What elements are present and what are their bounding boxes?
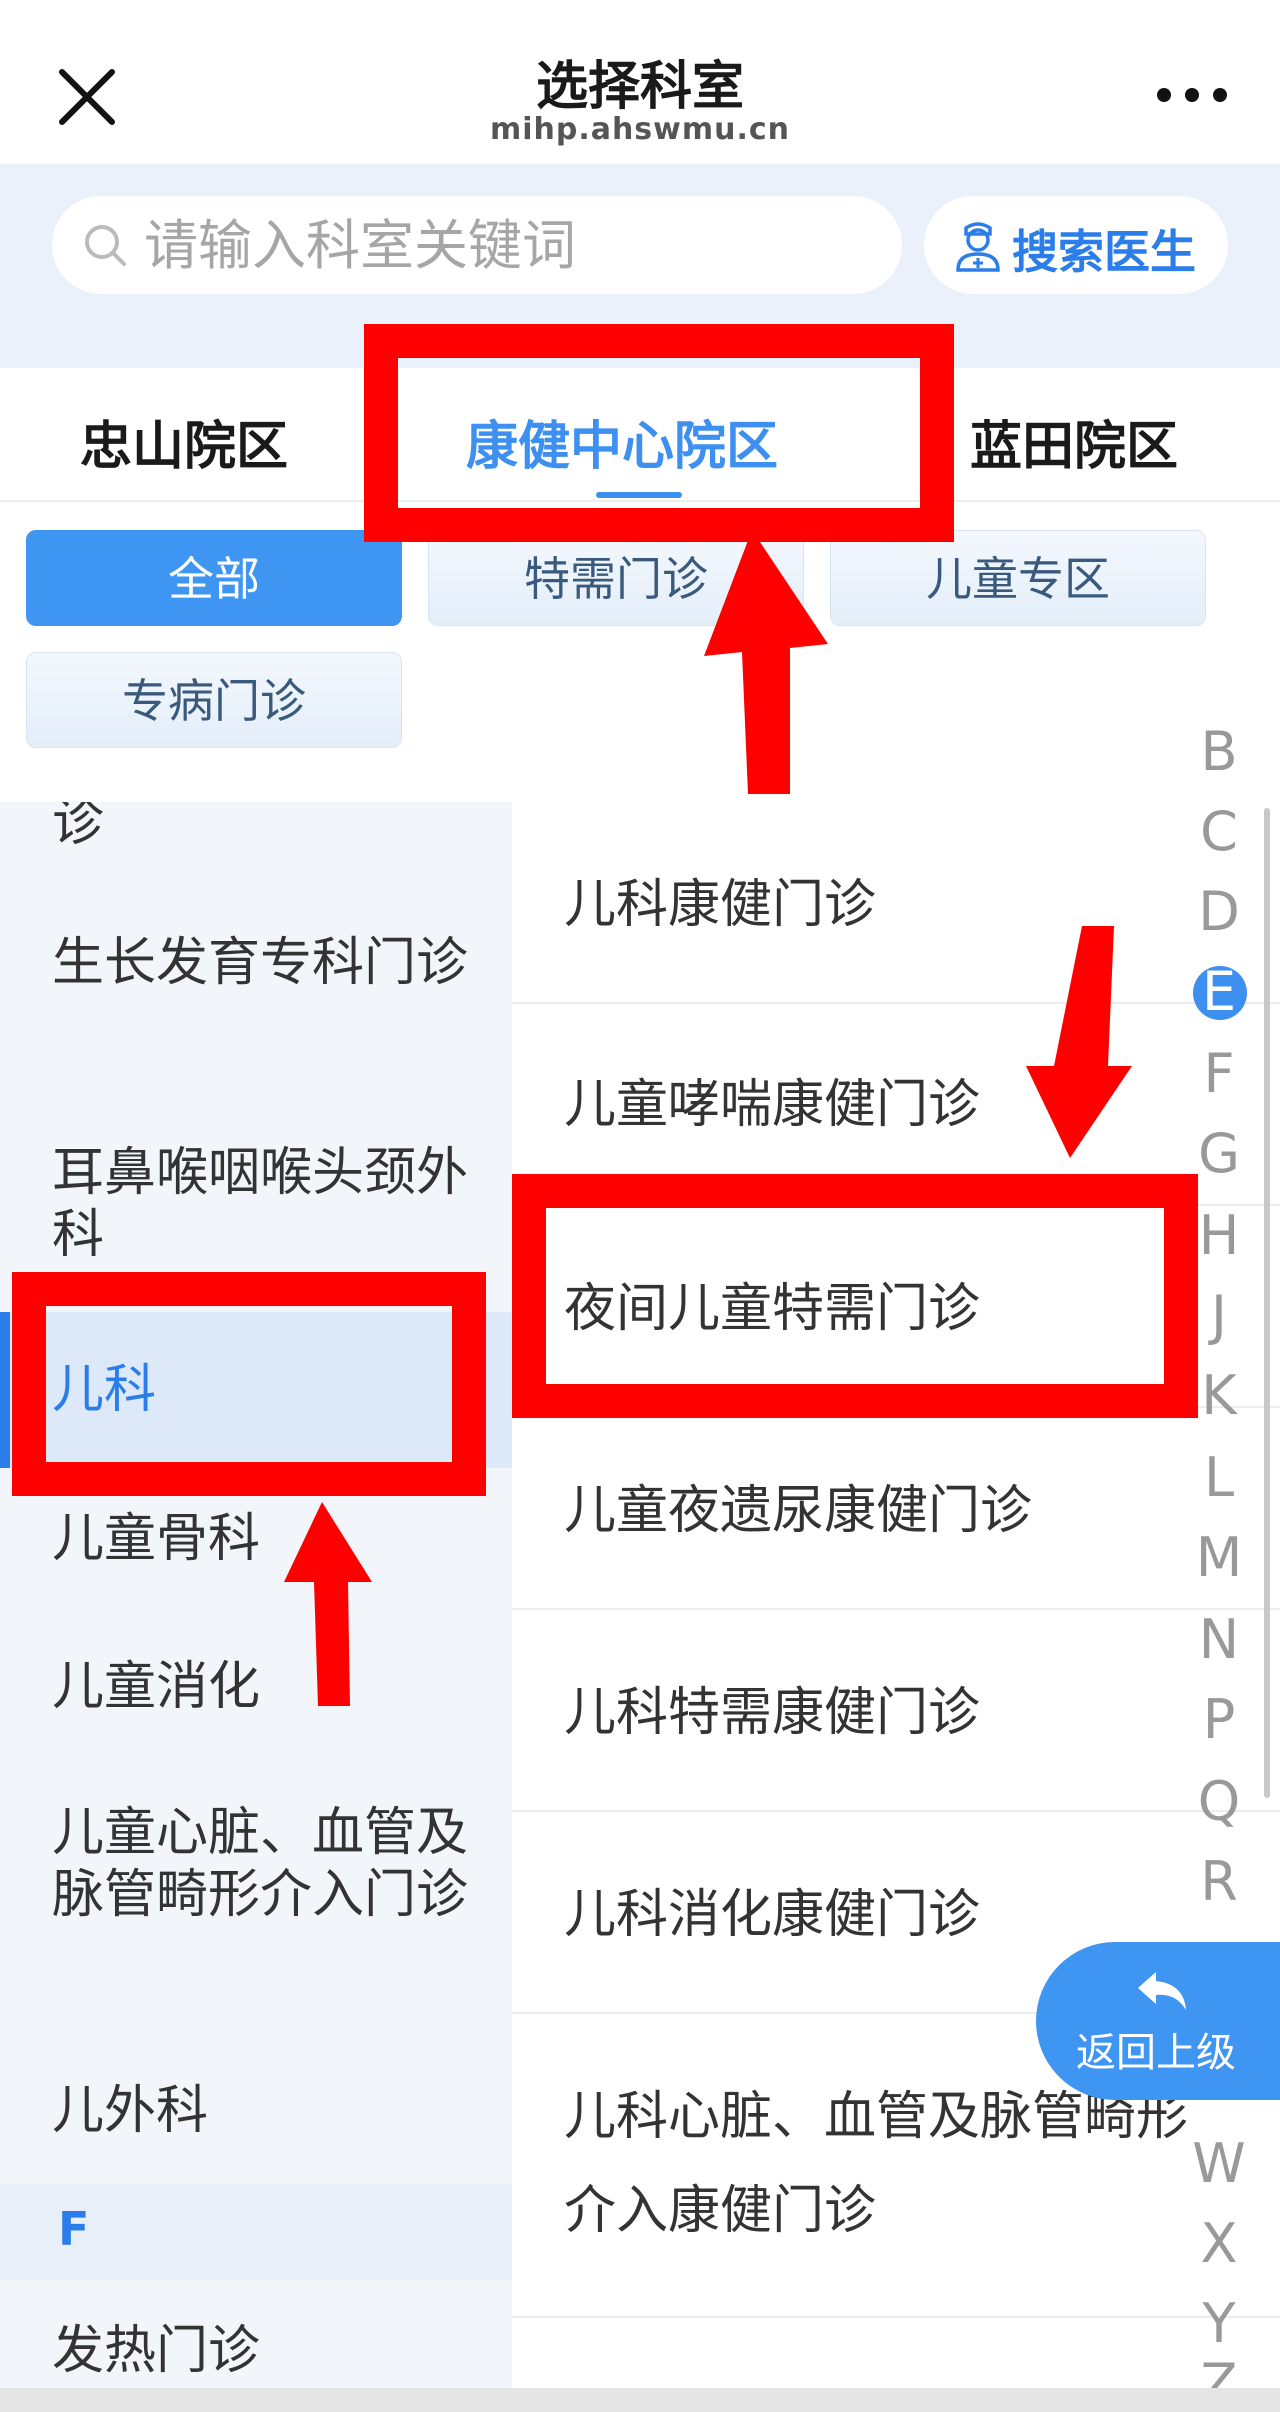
scrollbar[interactable]	[1264, 808, 1270, 1798]
highlight-box-campus-tab	[364, 324, 954, 542]
department-list: 儿科康健门诊 儿童哮喘康健门诊 夜间儿童特需门诊 儿童夜遗尿康健门诊 儿科特需康…	[512, 802, 1280, 2388]
active-category-bar	[0, 1312, 10, 1468]
search-box[interactable]	[52, 196, 902, 294]
index-letter[interactable]: R	[1176, 1850, 1262, 1913]
section-letter: F	[58, 2202, 90, 2256]
category-list: 诊 生长发育专科门诊 耳鼻喉咽喉头颈外科 儿科 儿童骨科 儿童消化 儿童心脏、血…	[0, 802, 512, 2388]
page-domain: mihp.ahswmu.cn	[489, 112, 791, 147]
page-title: 选择科室	[535, 57, 744, 117]
tab-zhongshan-campus[interactable]: 忠山院区	[80, 404, 288, 479]
department-label: 儿科康健门诊	[564, 875, 877, 935]
search-input[interactable]	[144, 210, 884, 280]
index-letter[interactable]: M	[1176, 1526, 1262, 1589]
index-letter[interactable]: Q	[1176, 1770, 1262, 1833]
highlight-box-pediatrics	[12, 1272, 486, 1496]
department-label: 儿童夜遗尿康健门诊	[564, 1481, 1033, 1541]
department-row[interactable]: 儿科康健门诊	[512, 802, 1280, 1004]
category-item[interactable]: 儿童消化	[52, 1656, 260, 1718]
search-doctor-label: 搜索医生	[1012, 225, 1196, 279]
index-letter[interactable]: P	[1176, 1688, 1262, 1751]
more-options-icon[interactable]	[1152, 80, 1232, 110]
department-label: 儿科特需康健门诊	[564, 1683, 981, 1743]
category-item[interactable]: 发热门诊	[52, 2320, 260, 2382]
department-row[interactable]: 儿科特需康健门诊	[512, 1610, 1280, 1812]
section-header: F	[0, 2184, 512, 2280]
index-letter[interactable]: Z	[1176, 2352, 1262, 2388]
category-item[interactable]: 生长发育专科门诊	[52, 932, 472, 994]
category-item[interactable]: 儿童心脏、血管及脉管畸形介入门诊	[52, 1802, 472, 1926]
index-letter[interactable]: C	[1176, 800, 1262, 863]
chip-all[interactable]: 全部	[26, 530, 402, 626]
filter-chips: 全部 特需门诊 儿童专区 专病门诊	[0, 502, 1280, 802]
index-letter[interactable]: X	[1176, 2212, 1262, 2275]
index-letter[interactable]: D	[1176, 880, 1262, 943]
chip-special-clinic[interactable]: 特需门诊	[428, 530, 804, 626]
search-doctor-button[interactable]: 搜索医生	[924, 196, 1228, 294]
category-item[interactable]: 耳鼻喉咽喉头颈外科	[52, 1142, 472, 1266]
index-letter[interactable]: L	[1176, 1446, 1262, 1509]
back-button[interactable]: 返回上级	[1036, 1942, 1280, 2100]
index-letter[interactable]: W	[1176, 2132, 1262, 2195]
bottom-strip	[0, 2388, 1280, 2412]
index-letter-active[interactable]: E	[1176, 960, 1262, 1023]
chip-specialty-clinic[interactable]: 专病门诊	[26, 652, 402, 748]
index-letter[interactable]: B	[1176, 720, 1262, 783]
department-label: 儿童哮喘康健门诊	[564, 1075, 981, 1135]
index-letter[interactable]: F	[1176, 1042, 1262, 1105]
tab-lantian-campus[interactable]: 蓝田院区	[970, 404, 1178, 479]
back-button-label: 返回上级	[1076, 2030, 1236, 2076]
back-arrow-icon	[1132, 1968, 1192, 2014]
category-item[interactable]: 儿童骨科	[52, 1508, 260, 1570]
doctor-icon	[952, 218, 1004, 274]
department-row[interactable]: 儿童夜遗尿康健门诊	[512, 1408, 1280, 1610]
index-letter[interactable]: Y	[1176, 2292, 1262, 2355]
top-bar: 选择科室 mihp.ahswmu.cn	[0, 0, 1280, 164]
index-letter[interactable]: N	[1176, 1608, 1262, 1671]
category-item-partial[interactable]: 诊	[52, 802, 104, 854]
search-icon	[82, 222, 128, 268]
category-item[interactable]: 儿外科	[52, 2080, 208, 2142]
highlight-box-night-clinic	[512, 1174, 1198, 1418]
chip-children-zone[interactable]: 儿童专区	[830, 530, 1206, 626]
